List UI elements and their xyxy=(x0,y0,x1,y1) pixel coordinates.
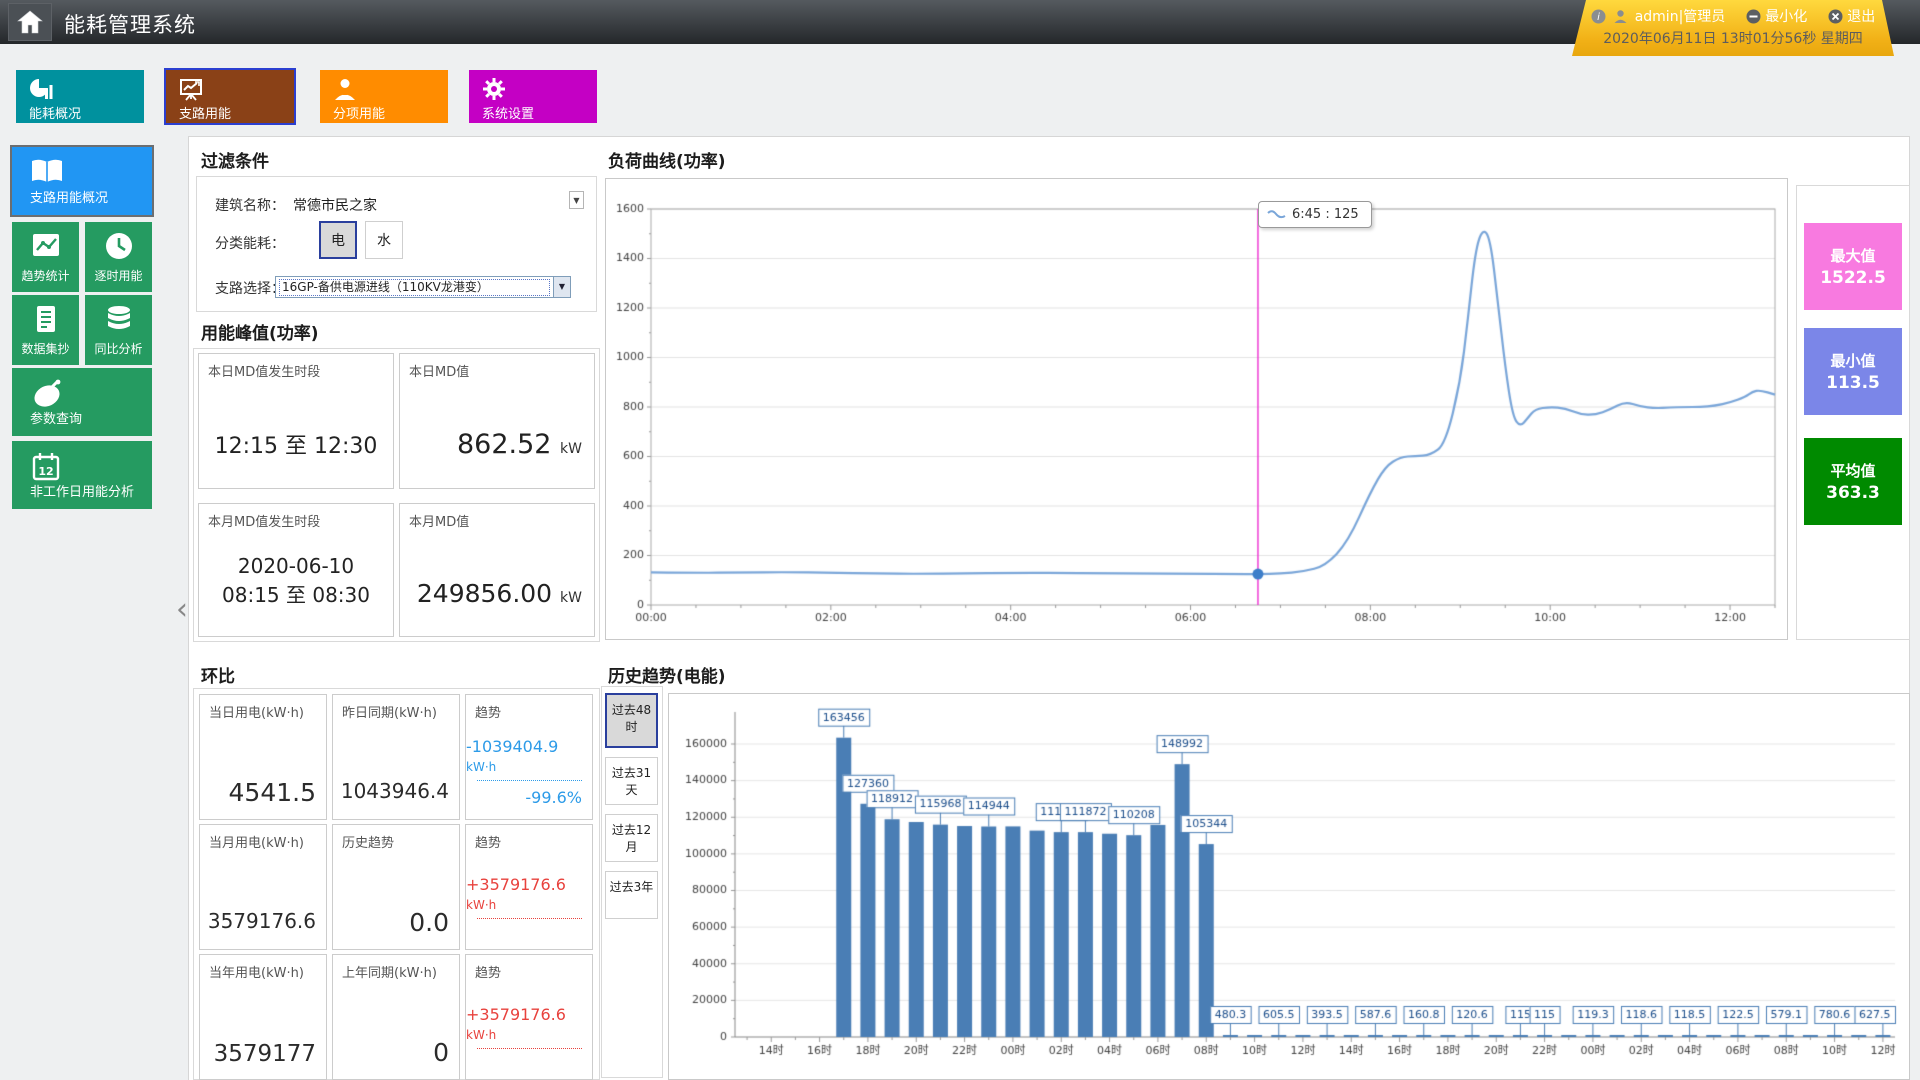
avg-value-card: 平均值 363.3 xyxy=(1804,438,1902,525)
huanbi-card: 当年用电(kW·h) 3579177 xyxy=(199,954,327,1080)
huanbi-card: 昨日同期(kW·h) 1043946.4 xyxy=(332,694,460,820)
building-dropdown-button[interactable]: ▼ xyxy=(569,191,584,209)
tab-label: 支路用能 xyxy=(179,103,231,122)
user-bust-icon xyxy=(1613,9,1628,24)
clock-icon xyxy=(103,230,135,262)
user-icon xyxy=(333,77,357,101)
history-heading: 历史趋势(电能) xyxy=(608,662,726,687)
branch-select-value: 16GP-备供电源进线（110KV龙港变） xyxy=(279,279,550,296)
document-icon xyxy=(30,303,62,335)
home-button[interactable] xyxy=(8,3,52,41)
app-title: 能耗管理系统 xyxy=(64,9,196,39)
energy-type-water-button[interactable]: 水 xyxy=(365,221,403,259)
md-card-month-value: 本月MD值 249856.00 kW xyxy=(399,503,595,637)
min-value-card: 最小值 113.5 xyxy=(1804,328,1902,415)
load-curve-heading: 负荷曲线(功率) xyxy=(608,147,726,172)
gear-icon xyxy=(482,77,506,101)
md-card-today-period: 本日MD值发生时段 12:15 至 12:30 xyxy=(198,353,394,489)
chart-tooltip: 6:45 : 125 xyxy=(1258,201,1372,228)
tab-branch-energy[interactable]: 支路用能 xyxy=(166,70,294,123)
energy-type-electric-button[interactable]: 电 xyxy=(319,221,357,259)
tab-energy-overview[interactable]: 能耗概况 xyxy=(16,70,144,123)
huanbi-card: 历史趋势 0.0 xyxy=(332,824,460,950)
wave-icon xyxy=(1267,209,1287,221)
calendar-12-icon: 12 xyxy=(30,451,62,483)
pie-chart-icon xyxy=(29,77,53,101)
huanbi-card: 当日用电(kW·h) 4541.5 xyxy=(199,694,327,820)
home-icon xyxy=(17,10,43,34)
md-card-month-period: 本月MD值发生时段 2020-06-10 08:15 至 08:30 xyxy=(198,503,394,637)
filter-heading: 过滤条件 xyxy=(201,147,269,172)
md-today-value: 862.52 kW xyxy=(457,429,582,460)
huanbi-card: 当月用电(kW·h) 3579176.6 xyxy=(199,824,327,950)
chevron-down-icon: ▼ xyxy=(553,277,570,297)
collapse-sidebar-arrow[interactable]: ‹ xyxy=(176,592,188,627)
filter-box: 建筑名称： 常德市民之家 ▼ 分类能耗： 电 水 支路选择： 16GP-备供电源… xyxy=(196,176,597,312)
minimize-button[interactable]: 最小化 xyxy=(1746,6,1807,26)
max-value-card: 最大值 1522.5 xyxy=(1804,223,1902,310)
huanbi-trend-card: 趋势 +3579176.6 kW·h xyxy=(465,954,593,1080)
md-today-period-value: 12:15 至 12:30 xyxy=(199,428,393,460)
info-icon: i xyxy=(1591,9,1606,24)
range-past-48h-button[interactable]: 过去48时 xyxy=(605,693,658,748)
tab-label: 能耗概况 xyxy=(29,103,81,122)
range-past-12m-button[interactable]: 过去12月 xyxy=(605,814,658,862)
datetime-display: 2020年06月11日 13时01分56秒 星期四 xyxy=(1572,28,1894,52)
history-bar-panel xyxy=(668,693,1910,1080)
peak-heading: 用能峰值(功率) xyxy=(201,319,319,344)
tab-label: 系统设置 xyxy=(482,103,534,122)
load-curve-panel: 6:45 : 125 xyxy=(605,178,1788,640)
energy-type-label: 分类能耗： xyxy=(215,233,285,253)
range-past-31d-button[interactable]: 过去31天 xyxy=(605,757,658,805)
exit-button[interactable]: 退出 xyxy=(1828,6,1875,26)
history-bar-canvas[interactable] xyxy=(669,694,1909,1079)
tooltip-text: 6:45 : 125 xyxy=(1292,207,1359,222)
svg-text:i: i xyxy=(1597,12,1600,23)
sidebar-item-yoy-analysis[interactable]: 同比分析 xyxy=(85,295,152,365)
load-curve-canvas[interactable] xyxy=(606,179,1787,639)
md-month-value: 249856.00 kW xyxy=(417,579,582,608)
trend-chart-icon xyxy=(30,230,62,262)
sidebar-item-hourly-energy[interactable]: 逐时用能 xyxy=(85,222,152,292)
md-card-today-value: 本日MD值 862.52 kW xyxy=(399,353,595,489)
range-past-3y-button[interactable]: 过去3年 xyxy=(605,871,658,919)
branch-select[interactable]: 16GP-备供电源进线（110KV龙港变） ▼ xyxy=(275,276,571,298)
session-panel: i admin|管理员 最小化 退出 2020年06月11日 13时01分56秒… xyxy=(1572,0,1894,56)
svg-text:12: 12 xyxy=(38,465,53,478)
sidebar-item-nonworkday-analysis[interactable]: 12 非工作日用能分析 xyxy=(12,441,152,509)
huanbi-card: 上年同期(kW·h) 0 xyxy=(332,954,460,1080)
minus-circle-icon xyxy=(1746,9,1761,24)
close-circle-icon xyxy=(1828,9,1843,24)
presentation-chart-icon xyxy=(179,77,203,101)
tab-system-settings[interactable]: 系统设置 xyxy=(469,70,597,123)
huanbi-trend-card: 趋势 +3579176.6 kW·h xyxy=(465,824,593,950)
open-book-icon xyxy=(30,157,62,189)
satellite-dish-icon xyxy=(30,378,62,410)
sidebar-item-trend-stats[interactable]: 趋势统计 xyxy=(12,222,79,292)
sidebar-item-data-collection[interactable]: 数据集抄 xyxy=(12,295,79,365)
building-label: 建筑名称： xyxy=(215,195,285,215)
sidebar-item-parameter-query[interactable]: 参数查询 xyxy=(12,368,152,436)
huanbi-heading: 环比 xyxy=(201,662,235,687)
building-value: 常德市民之家 xyxy=(293,195,377,215)
sidebar-item-branch-overview[interactable]: 支路用能概况 xyxy=(12,147,152,215)
tab-subitem-energy[interactable]: 分项用能 xyxy=(320,70,448,123)
md-month-period-date: 2020-06-10 xyxy=(199,554,393,578)
database-icon xyxy=(103,303,135,335)
logged-in-user: admin|管理员 xyxy=(1635,6,1726,26)
md-month-period-time: 08:15 至 08:30 xyxy=(199,579,393,608)
tab-label: 分项用能 xyxy=(333,103,385,122)
huanbi-trend-card: 趋势 -1039404.9 kW·h -99.6% xyxy=(465,694,593,820)
